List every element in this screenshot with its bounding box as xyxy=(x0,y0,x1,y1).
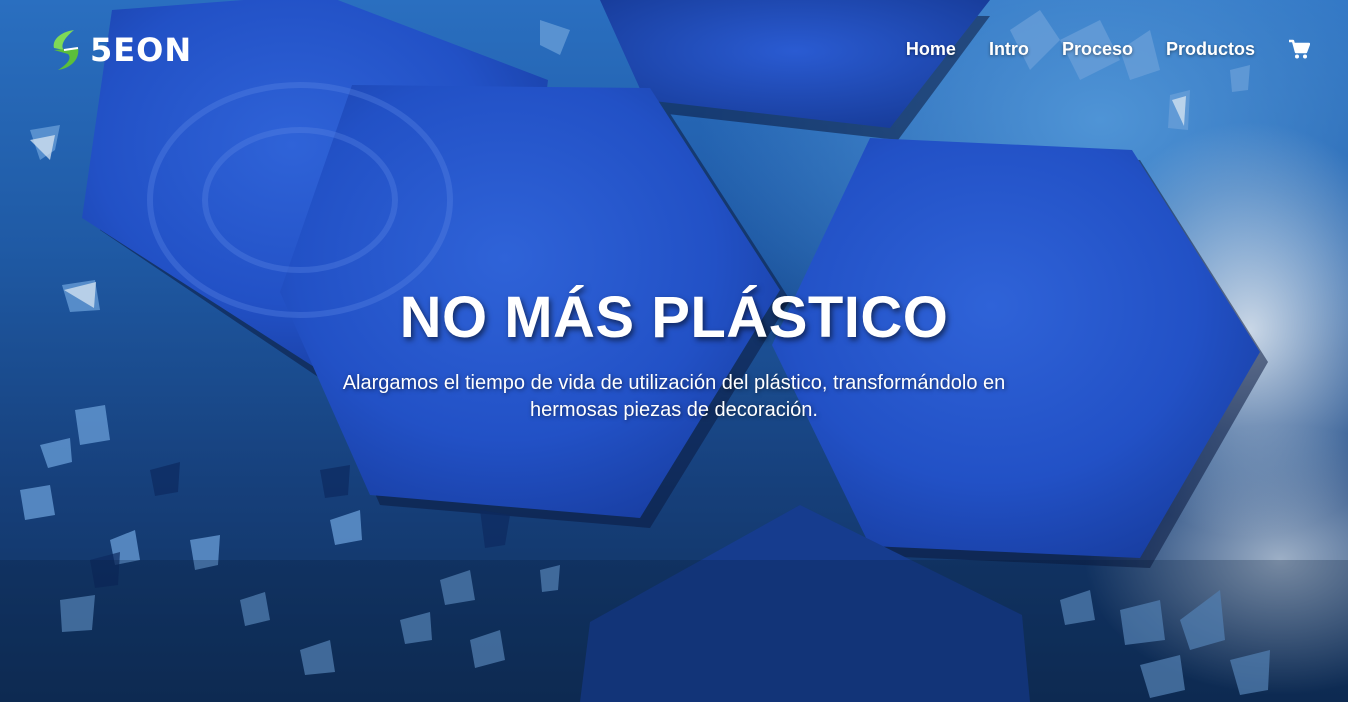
nav-item-proceso[interactable]: Proceso xyxy=(1062,39,1133,60)
nav-item-home[interactable]: Home xyxy=(906,39,956,60)
hero-title: NO MÁS PLÁSTICO xyxy=(399,285,949,350)
hero-subtitle: Alargamos el tiempo de vida de utilizaci… xyxy=(342,372,1006,421)
hero-background-image xyxy=(0,0,1348,702)
nav-item-intro[interactable]: Intro xyxy=(989,39,1029,60)
nav-item-productos[interactable]: Productos xyxy=(1166,39,1255,60)
brand-name: 5EON xyxy=(90,31,193,69)
brand-logo[interactable]: 5EON xyxy=(50,28,192,72)
leaf-s-logo-icon xyxy=(53,30,79,70)
shopping-cart-icon[interactable] xyxy=(1288,38,1310,60)
hero-section: 5EON Home Intro Proceso Productos NO MÁS… xyxy=(0,0,1348,702)
main-nav: Home Intro Proceso Productos xyxy=(906,38,1310,60)
top-navigation-bar: 5EON Home Intro Proceso Productos xyxy=(0,0,1348,100)
